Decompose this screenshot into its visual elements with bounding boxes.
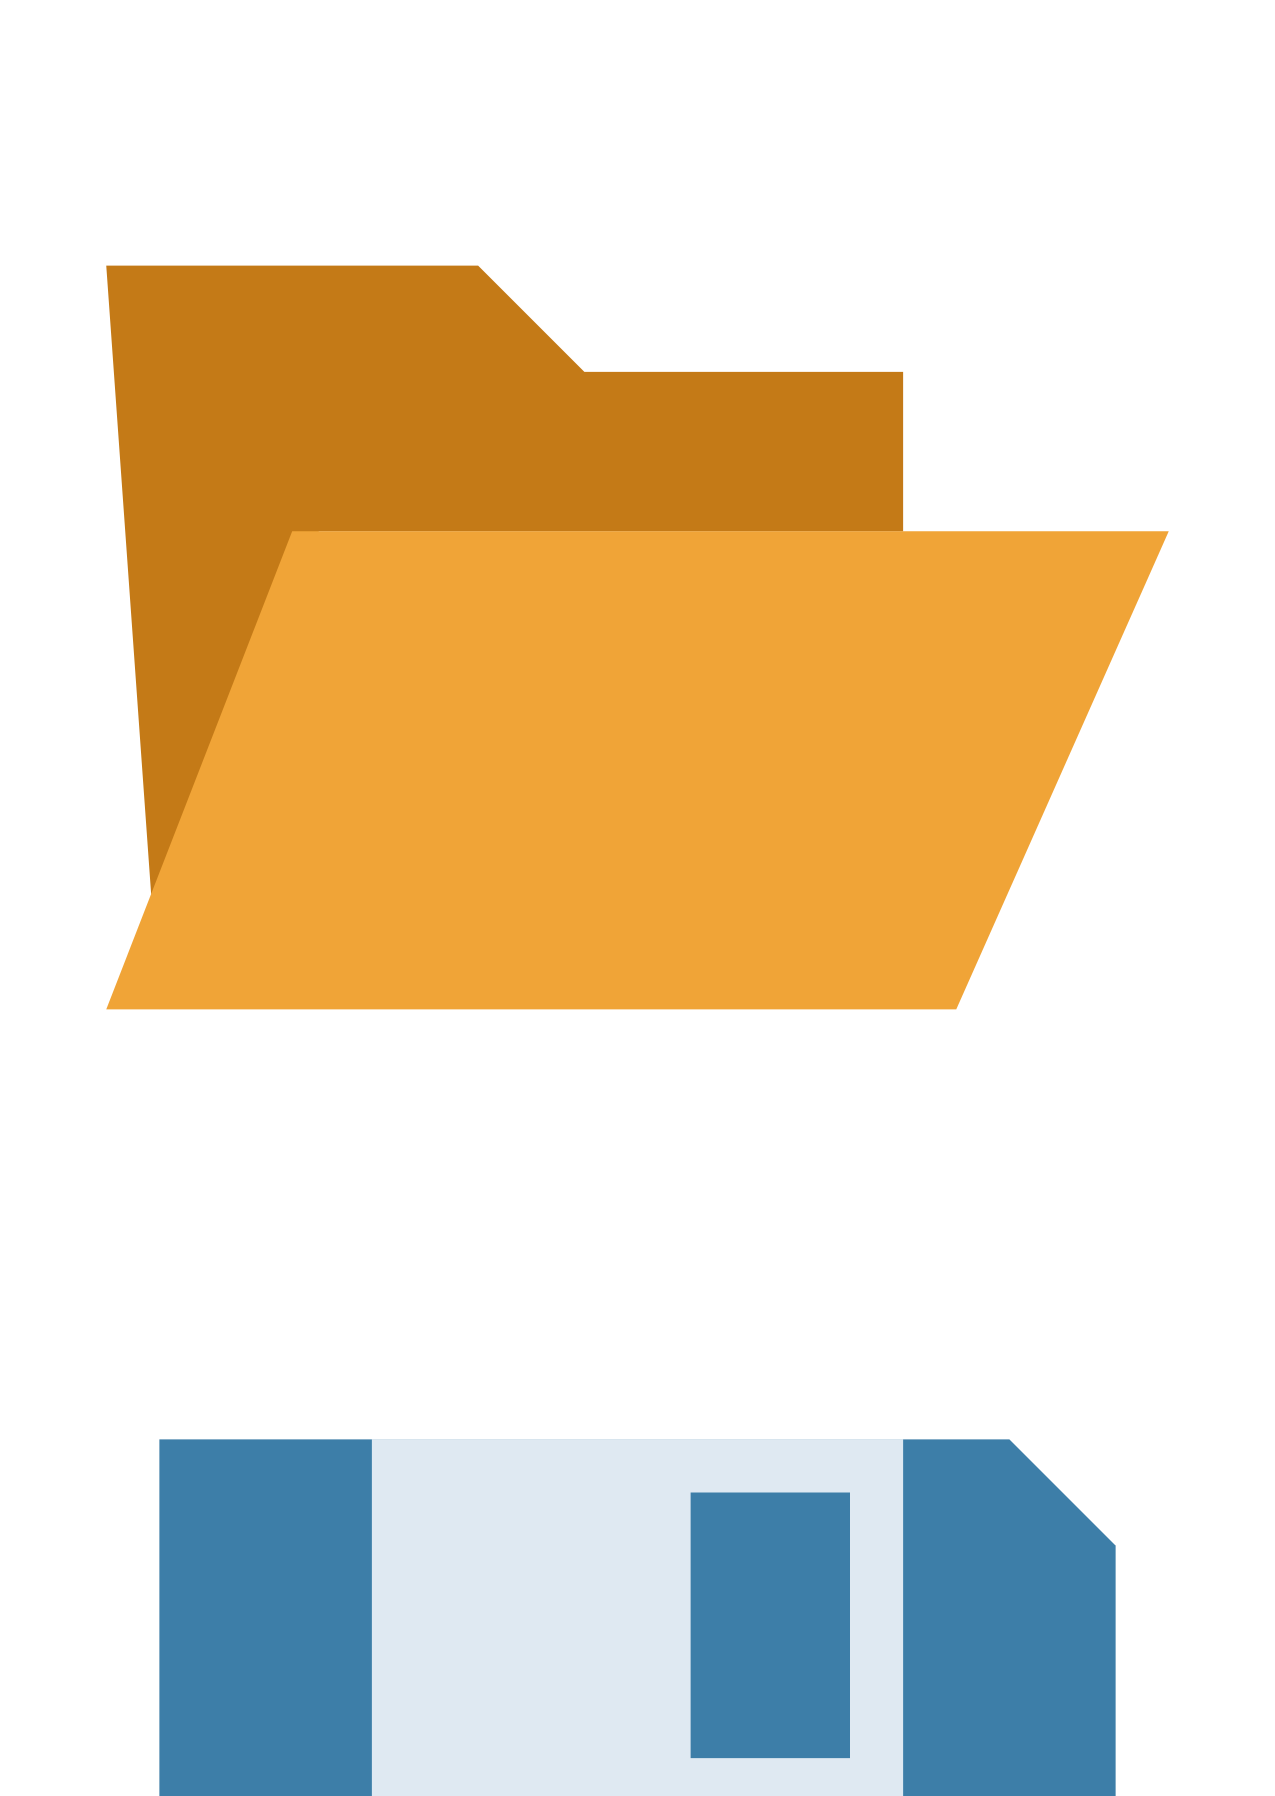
desktop-background: Control Panel × NetworkStyleSelectMCDS O… <box>0 0 1275 898</box>
open-file-icon[interactable] <box>0 1262 1275 1279</box>
main-toolbar <box>0 0 1275 1796</box>
toolbar-group <box>0 0 1275 1796</box>
app-window: Control Panel × NetworkStyleSelectMCDS O… <box>0 0 1275 1796</box>
